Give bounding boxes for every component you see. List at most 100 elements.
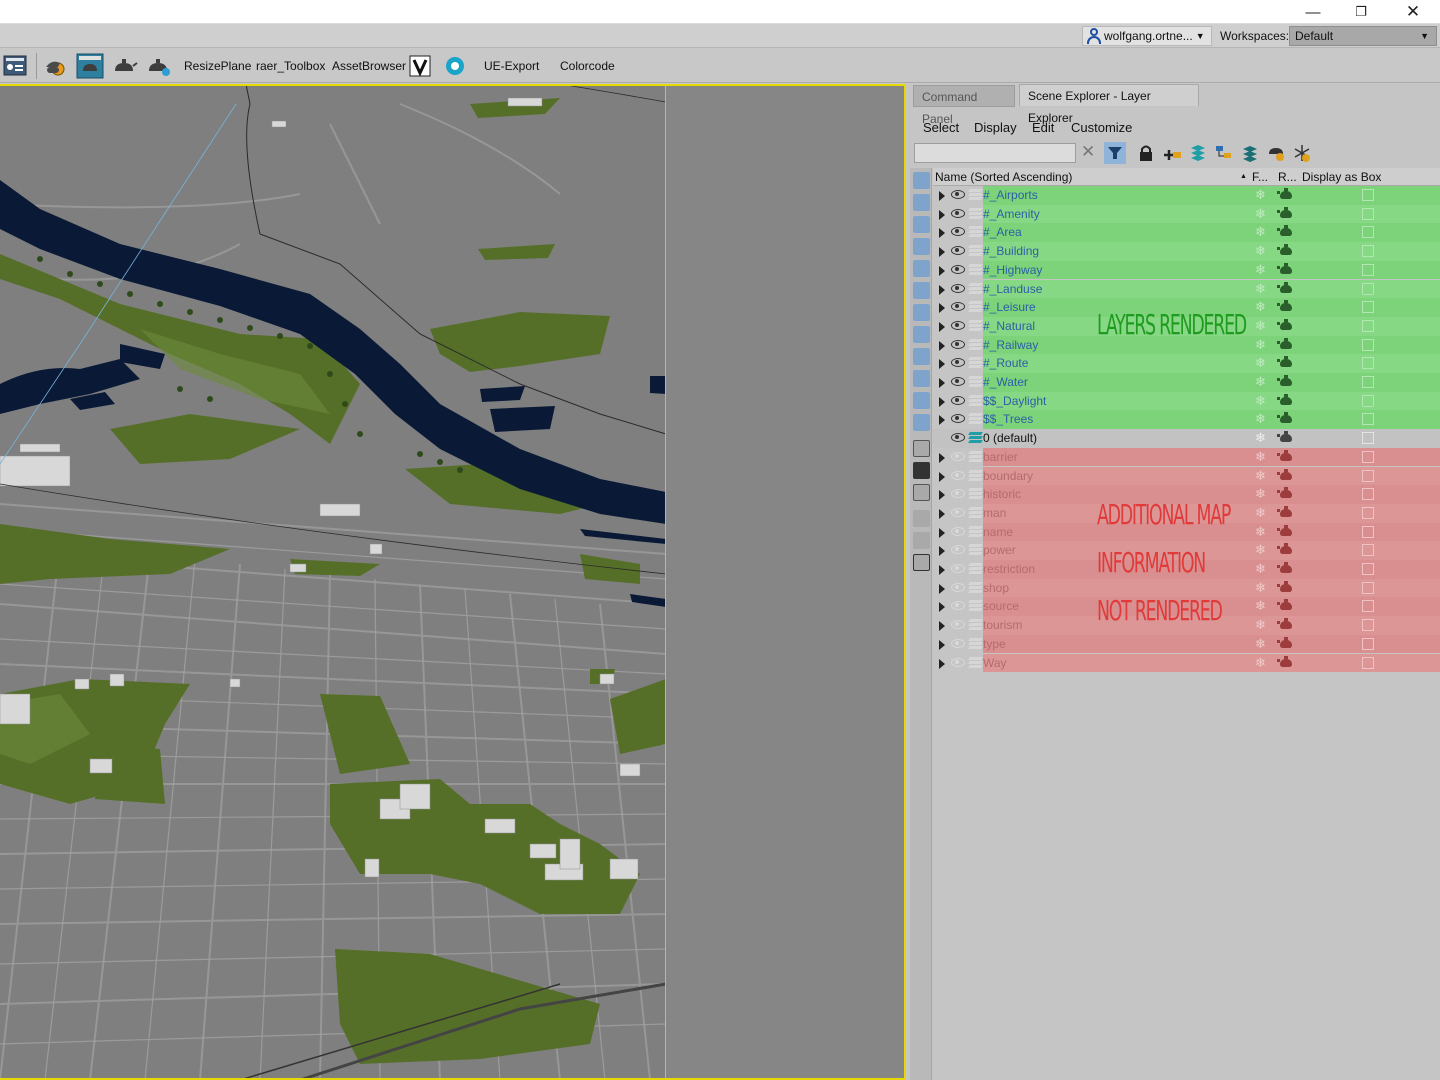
teapot-render-icon[interactable] — [76, 53, 104, 79]
layer-row[interactable]: boundary ❄ — [933, 466, 1440, 486]
visibility-eye-icon[interactable] — [951, 395, 965, 405]
expand-arrow-icon[interactable] — [939, 621, 945, 632]
display-as-box-icon[interactable] — [1362, 338, 1374, 351]
layer-row[interactable]: $$_Daylight ❄ — [933, 391, 1440, 411]
layer-name[interactable]: 0 (default) — [983, 431, 1037, 445]
spacewarp-filter-icon[interactable] — [913, 282, 930, 299]
freeze-snowflake-icon[interactable]: ❄ — [1255, 598, 1266, 614]
expand-arrow-icon[interactable] — [939, 247, 945, 258]
layer-name[interactable]: shop — [983, 581, 1009, 595]
visibility-eye-icon[interactable] — [951, 320, 965, 330]
renderable-teapot-icon[interactable] — [1277, 505, 1292, 517]
renderable-teapot-icon[interactable] — [1277, 431, 1292, 443]
layer-name[interactable]: #_Highway — [983, 263, 1042, 277]
toolbar-item-assetbrowser[interactable]: AssetBrowser — [332, 59, 406, 73]
expand-arrow-icon[interactable] — [939, 452, 945, 463]
expand-arrow-icon[interactable] — [939, 527, 945, 538]
layer-row[interactable]: #_Amenity ❄ — [933, 204, 1440, 224]
display-all-icon[interactable] — [913, 440, 930, 457]
visibility-eye-icon[interactable] — [951, 339, 965, 349]
visibility-eye-icon[interactable] — [951, 470, 965, 480]
renderable-teapot-icon[interactable] — [1277, 655, 1292, 667]
render-setup-icon[interactable] — [2, 53, 30, 79]
freeze-snowflake-icon[interactable]: ❄ — [1255, 206, 1266, 222]
renderable-teapot-icon[interactable] — [1277, 449, 1292, 461]
expand-arrow-icon[interactable] — [939, 602, 945, 613]
layer-name[interactable]: #_Landuse — [983, 282, 1042, 296]
expand-arrow-icon[interactable] — [939, 639, 945, 650]
layer-name[interactable]: Way — [983, 656, 1007, 670]
bone-filter-icon[interactable] — [913, 348, 930, 365]
display-as-box-icon[interactable] — [1362, 637, 1374, 650]
expand-arrow-icon[interactable] — [939, 658, 945, 669]
visibility-eye-icon[interactable] — [951, 283, 965, 293]
render-frame-icon[interactable] — [42, 53, 70, 79]
expand-arrow-icon[interactable] — [939, 265, 945, 276]
expand-arrow-icon[interactable] — [939, 284, 945, 295]
menu-display[interactable]: Display — [974, 120, 1017, 135]
expand-arrow-icon[interactable] — [939, 303, 945, 314]
layer-name[interactable]: #_Leisure — [983, 300, 1036, 314]
layer-name[interactable]: #_Building — [983, 244, 1039, 258]
display-as-box-icon[interactable] — [1362, 413, 1374, 426]
renderable-teapot-icon[interactable] — [1277, 580, 1292, 592]
layer-name[interactable]: #_Water — [983, 375, 1028, 389]
display-as-box-icon[interactable] — [1362, 488, 1374, 501]
shape-filter-icon[interactable] — [913, 194, 930, 211]
layer-name[interactable]: #_Railway — [983, 338, 1038, 352]
display-as-box-icon[interactable] — [1362, 563, 1374, 575]
freeze-snowflake-icon[interactable]: ❄ — [1255, 281, 1266, 297]
helper-filter-icon[interactable] — [913, 260, 930, 277]
layer-name[interactable]: type — [983, 637, 1006, 651]
layer-row[interactable]: $$_Trees ❄ — [933, 410, 1440, 430]
visibility-eye-icon[interactable] — [951, 507, 965, 517]
container-filter-icon[interactable] — [913, 370, 930, 387]
renderable-teapot-icon[interactable] — [1277, 562, 1292, 573]
freeze-snowflake-icon[interactable]: ❄ — [1255, 393, 1266, 409]
column-display-as-box[interactable]: Display as Box — [1302, 170, 1381, 184]
freeze-snowflake-icon[interactable]: ❄ — [1255, 262, 1266, 278]
column-renderable[interactable]: R... — [1278, 170, 1297, 184]
restore-button[interactable]: ❐ — [1338, 0, 1384, 24]
freeze-settings-icon[interactable] — [1291, 142, 1313, 164]
close-button[interactable]: ✕ — [1390, 0, 1436, 24]
teapot-iterative-icon[interactable] — [144, 53, 172, 79]
display-as-box-icon[interactable] — [1362, 600, 1374, 613]
display-as-box-icon[interactable] — [1362, 189, 1374, 201]
renderable-teapot-icon[interactable] — [1277, 393, 1292, 405]
freeze-snowflake-icon[interactable]: ❄ — [1255, 299, 1266, 315]
expand-arrow-icon[interactable] — [939, 396, 945, 407]
visibility-eye-icon[interactable] — [951, 264, 965, 274]
visibility-eye-icon[interactable] — [951, 302, 965, 312]
user-account-dropdown[interactable]: wolfgang.ortne... ▼ — [1082, 26, 1212, 46]
expand-arrow-icon[interactable] — [939, 471, 945, 482]
renderable-teapot-icon[interactable] — [1277, 281, 1292, 293]
renderable-teapot-icon[interactable] — [1277, 468, 1292, 480]
layer-name[interactable]: #_Area — [983, 225, 1022, 239]
visibility-eye-icon[interactable] — [951, 620, 965, 630]
freeze-snowflake-icon[interactable]: ❄ — [1255, 187, 1266, 203]
renderable-teapot-icon[interactable] — [1277, 206, 1292, 218]
group-filter-icon[interactable] — [913, 304, 930, 321]
freeze-snowflake-icon[interactable]: ❄ — [1255, 561, 1266, 577]
display-as-box-icon[interactable] — [1362, 506, 1374, 519]
freeze-snowflake-icon[interactable]: ❄ — [1255, 468, 1266, 484]
hidden-filter-icon[interactable] — [913, 414, 930, 431]
expand-arrow-icon[interactable] — [939, 565, 945, 575]
column-name[interactable]: Name (Sorted Ascending) — [935, 170, 1072, 184]
renderable-teapot-icon[interactable] — [1277, 356, 1292, 368]
display-as-box-icon[interactable] — [1362, 376, 1374, 388]
layer-row[interactable]: #_Airports ❄ — [933, 186, 1440, 205]
visibility-eye-icon[interactable] — [951, 208, 965, 218]
renderable-teapot-icon[interactable] — [1277, 524, 1292, 536]
display-as-box-icon[interactable] — [1362, 357, 1374, 370]
display-as-box-icon[interactable] — [1362, 394, 1374, 407]
layer-name[interactable]: #_Airports — [983, 188, 1038, 202]
layer-name[interactable]: $$_Trees — [983, 412, 1033, 426]
freeze-snowflake-icon[interactable]: ❄ — [1255, 337, 1266, 353]
layer-row[interactable]: #_Water ❄ — [933, 373, 1440, 392]
renderable-teapot-icon[interactable] — [1277, 318, 1292, 330]
freeze-snowflake-icon[interactable]: ❄ — [1255, 617, 1266, 633]
layer-name[interactable]: barrier — [983, 450, 1018, 464]
renderable-teapot-icon[interactable] — [1277, 300, 1292, 312]
